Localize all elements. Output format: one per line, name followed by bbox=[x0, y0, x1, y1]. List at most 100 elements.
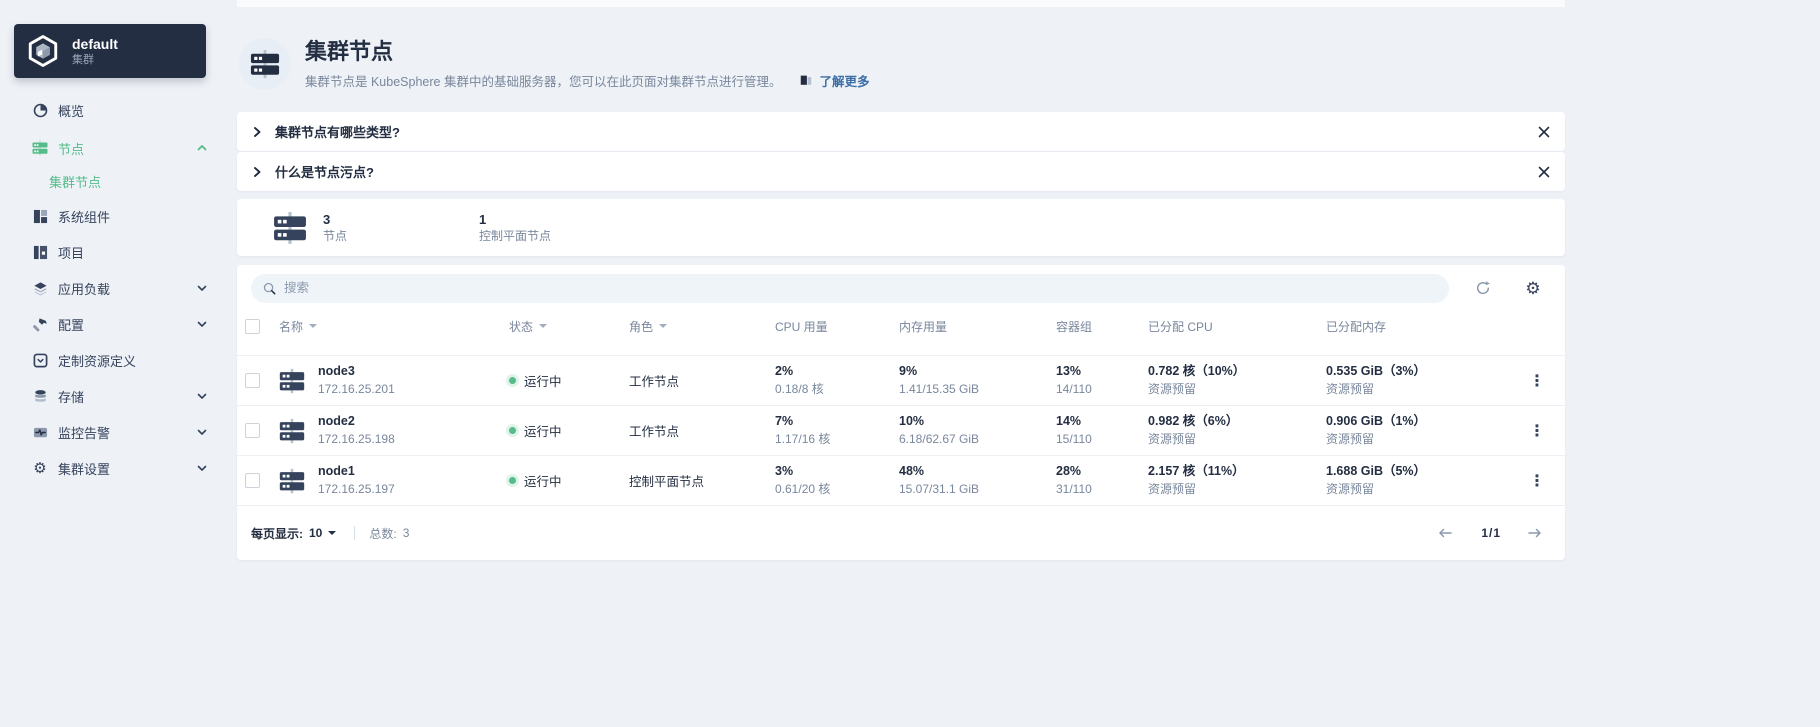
sidebar-item-label: 应用负载 bbox=[58, 281, 111, 297]
cluster-nodes-icon bbox=[239, 38, 291, 90]
cluster-selector[interactable]: default 集群 bbox=[14, 24, 206, 78]
node-role: 工作节点 bbox=[629, 425, 680, 439]
page-title: 集群节点 bbox=[305, 38, 394, 64]
faq-banner-node-types[interactable]: 集群节点有哪些类型? bbox=[237, 112, 1565, 151]
sidebar-item-workloads[interactable]: 应用负载 bbox=[0, 270, 230, 306]
arrow-left-icon bbox=[1439, 528, 1453, 538]
sidebar-item-configuration[interactable]: 配置 bbox=[0, 306, 230, 342]
per-page-label: 每页显示: bbox=[251, 526, 303, 541]
alloc-memory-value: 0.535 GiB（3%） bbox=[1326, 364, 1427, 378]
chevron-up-icon bbox=[197, 145, 207, 151]
banner-title: 什么是节点污点? bbox=[275, 165, 374, 180]
sidebar-item-storage[interactable]: 存储 bbox=[0, 378, 230, 414]
prev-page-button[interactable] bbox=[1437, 526, 1455, 540]
search-input[interactable] bbox=[284, 281, 1437, 295]
per-page-select[interactable]: 10 bbox=[309, 526, 337, 540]
column-header-status[interactable]: 状态 bbox=[509, 318, 629, 335]
sidebar-subitem-label: 集群节点 bbox=[49, 174, 102, 190]
alloc-cpu-value: 0.982 核（6%） bbox=[1148, 414, 1239, 428]
node-stats-card: 3 节点 1 控制平面节点 bbox=[237, 199, 1565, 256]
projects-icon bbox=[32, 244, 48, 260]
sidebar-item-label: 存储 bbox=[58, 389, 85, 405]
alloc-memory-label: 资源预留 bbox=[1326, 382, 1375, 396]
table-row-node2[interactable]: node2 172.16.25.198 运行中 工作节点 7% 1.17/16 核… bbox=[237, 405, 1565, 455]
sidebar-menu: 概览 节点 集群节点 系统组件 项目 应用负载 配置 定制资源定义 存储 监控告… bbox=[0, 92, 230, 486]
cluster-name: default bbox=[72, 35, 118, 52]
column-header-alloc-memory: 已分配内存 bbox=[1326, 319, 1387, 334]
alloc-memory-value: 1.688 GiB（5%） bbox=[1326, 464, 1427, 478]
select-all-checkbox[interactable] bbox=[245, 318, 260, 334]
memory-usage-pct: 10% bbox=[899, 414, 925, 428]
sidebar-item-cluster-settings[interactable]: ⚙ 集群设置 bbox=[0, 450, 230, 486]
alloc-cpu-value: 0.782 核（10%） bbox=[1148, 364, 1246, 378]
node-role: 工作节点 bbox=[629, 375, 680, 389]
close-icon[interactable] bbox=[1537, 165, 1551, 179]
column-header-cpu: CPU 用量 bbox=[775, 319, 828, 334]
caret-down-icon bbox=[328, 531, 337, 535]
sidebar-item-monitoring[interactable]: 监控告警 bbox=[0, 414, 230, 450]
cluster-nodes-page: default 集群 概览 节点 集群节点 系统组件 项目 应用负载 配置 定制… bbox=[0, 0, 1820, 727]
sort-caret-icon bbox=[309, 324, 318, 329]
close-icon[interactable] bbox=[1537, 125, 1551, 139]
storage-icon bbox=[32, 388, 48, 404]
refresh-button[interactable] bbox=[1473, 278, 1493, 298]
table-footer: 每页显示: 10 总数: 3 1/1 bbox=[237, 505, 1565, 560]
table-row-node1[interactable]: node1 172.16.25.197 运行中 控制平面节点 3% 0.61/20… bbox=[237, 455, 1565, 505]
row-more-button[interactable]: ⋮ bbox=[1517, 471, 1557, 491]
pods-detail: 31/110 bbox=[1056, 482, 1092, 496]
node-role: 控制平面节点 bbox=[629, 475, 705, 489]
node-name[interactable]: node2 bbox=[318, 414, 395, 429]
column-header-role[interactable]: 角色 bbox=[629, 318, 775, 335]
sidebar-item-components[interactable]: 系统组件 bbox=[0, 198, 230, 234]
workloads-icon bbox=[32, 280, 48, 296]
row-checkbox[interactable] bbox=[245, 423, 260, 438]
next-page-button[interactable] bbox=[1527, 526, 1545, 540]
row-checkbox[interactable] bbox=[245, 473, 260, 488]
column-header-memory: 内存用量 bbox=[899, 319, 948, 334]
learn-more-link[interactable]: 了解更多 bbox=[819, 71, 869, 90]
sidebar-item-label: 监控告警 bbox=[58, 425, 111, 441]
top-edge-strip bbox=[237, 0, 1565, 7]
stat-value: 3 bbox=[323, 211, 331, 227]
search-icon bbox=[263, 282, 276, 294]
row-checkbox[interactable] bbox=[245, 373, 260, 388]
faq-banner-node-taints[interactable]: 什么是节点污点? bbox=[237, 152, 1565, 191]
node-name[interactable]: node1 bbox=[318, 464, 395, 479]
sidebar-item-nodes[interactable]: 节点 bbox=[0, 130, 230, 166]
sidebar-item-crd[interactable]: 定制资源定义 bbox=[0, 342, 230, 378]
pods-detail: 15/110 bbox=[1056, 432, 1092, 446]
page-indicator: 1/1 bbox=[1481, 526, 1501, 540]
search-bar[interactable] bbox=[251, 273, 1449, 303]
column-header-name[interactable]: 名称 bbox=[279, 318, 509, 335]
node-ip: 172.16.25.201 bbox=[318, 382, 395, 396]
crd-icon bbox=[32, 352, 48, 368]
row-more-button[interactable]: ⋮ bbox=[1517, 421, 1557, 441]
gear-icon: ⚙ bbox=[33, 459, 47, 477]
chevron-down-icon bbox=[197, 429, 207, 435]
alloc-cpu-label: 资源预留 bbox=[1148, 482, 1197, 496]
column-settings-button[interactable]: ⚙ bbox=[1523, 278, 1543, 298]
pods-pct: 14% bbox=[1056, 414, 1082, 428]
page-description: 集群节点是 KubeSphere 集群中的基础服务器，您可以在此页面对集群节点进… bbox=[305, 74, 782, 89]
table-header-row: 名称 状态 角色 CPU 用量 内存用量 容器组 已分配 CPU 已分配内存 bbox=[237, 311, 1565, 355]
node-icon bbox=[279, 468, 305, 493]
row-more-button[interactable]: ⋮ bbox=[1517, 371, 1557, 391]
sidebar-item-projects[interactable]: 项目 bbox=[0, 234, 230, 270]
sidebar-item-cluster-nodes[interactable]: 集群节点 bbox=[0, 166, 230, 196]
node-icon bbox=[279, 418, 305, 443]
sidebar-item-label: 定制资源定义 bbox=[58, 353, 137, 369]
table-row-node3[interactable]: node3 172.16.25.201 运行中 工作节点 2% 0.18/8 核 … bbox=[237, 355, 1565, 405]
chevron-down-icon bbox=[197, 285, 207, 291]
chevron-down-icon bbox=[197, 465, 207, 471]
sidebar-item-label: 项目 bbox=[58, 245, 85, 261]
stat-label: 节点 bbox=[323, 228, 348, 243]
node-name[interactable]: node3 bbox=[318, 364, 395, 379]
banner-title: 集群节点有哪些类型? bbox=[275, 125, 400, 140]
pods-detail: 14/110 bbox=[1056, 382, 1092, 396]
nodes-table-card: ⚙ 名称 状态 角色 CPU 用量 内存用量 容器组 已分配 CPU 已分配内存 bbox=[237, 265, 1565, 560]
hammer-icon bbox=[32, 316, 48, 332]
memory-usage-pct: 48% bbox=[899, 464, 925, 478]
sidebar-item-overview[interactable]: 概览 bbox=[0, 92, 230, 128]
sidebar-item-label: 概览 bbox=[58, 103, 85, 119]
alloc-cpu-label: 资源预留 bbox=[1148, 432, 1197, 446]
